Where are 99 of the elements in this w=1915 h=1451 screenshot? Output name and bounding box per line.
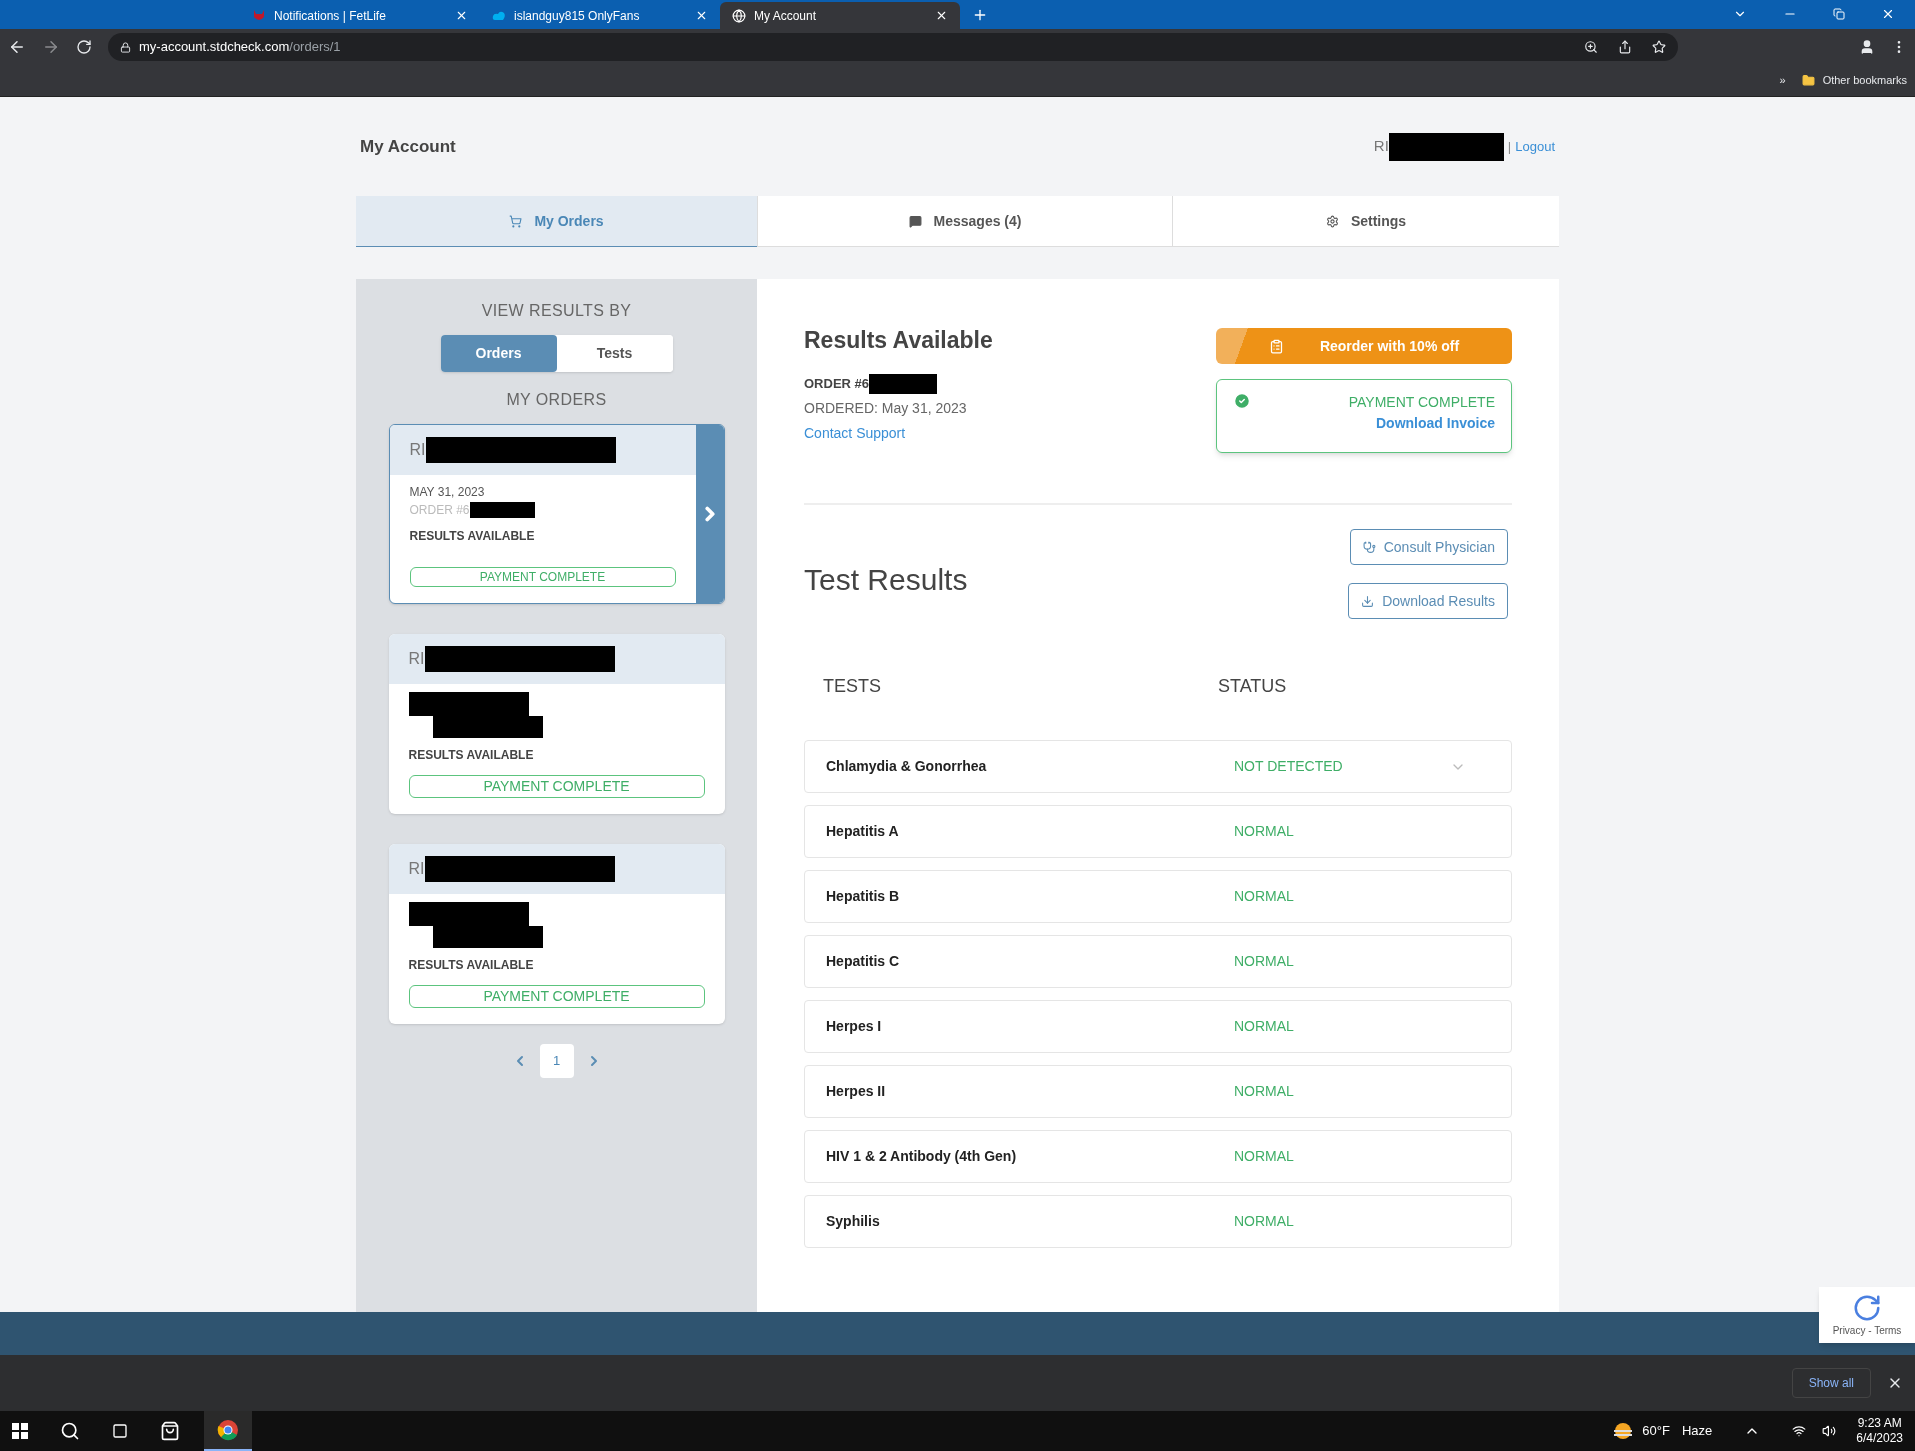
order-status: RESULTS AVAILABLE <box>409 528 536 545</box>
bookmarks-overflow[interactable]: » <box>1779 72 1786 89</box>
lock-icon <box>120 41 131 53</box>
cloud-icon <box>492 9 506 22</box>
page-number[interactable]: 1 <box>539 1044 574 1078</box>
devil-icon <box>252 8 266 23</box>
test-status: NORMAL <box>1234 1082 1295 1101</box>
nav-tab[interactable]: Settings <box>1172 196 1559 247</box>
order-card[interactable]: RI RESULTS AVAILABLE PAYMENT COMPLETE <box>388 634 725 814</box>
open-order-tab[interactable] <box>695 425 724 603</box>
cart-icon <box>509 214 523 228</box>
order-name: RI <box>409 440 426 460</box>
check-circle-icon <box>1233 392 1251 410</box>
wifi-icon[interactable] <box>1792 1424 1807 1438</box>
test-name: Hepatitis C <box>826 952 901 971</box>
order-number: ORDER #6 <box>409 502 470 519</box>
order-status: RESULTS AVAILABLE <box>408 747 535 764</box>
order-card[interactable]: RI RESULTS AVAILABLE PAYMENT COMPLETE <box>388 844 725 1024</box>
test-name: Herpes II <box>826 1082 887 1101</box>
test-status: NORMAL <box>1234 952 1295 971</box>
payment-status: PAYMENT COMPLETE <box>1348 393 1495 412</box>
payment-badge: PAYMENT COMPLETE <box>409 567 676 587</box>
redaction-bar <box>869 373 938 394</box>
windows-logo-icon[interactable] <box>12 1423 28 1439</box>
order-name: RI <box>408 649 425 669</box>
weather-text: Haze <box>1681 1422 1713 1441</box>
result-row[interactable]: Chlamydia & Gonorrhea NOT DETECTED <box>804 740 1512 793</box>
bookmark-folder[interactable]: Other bookmarks <box>1801 72 1907 89</box>
profile-icon[interactable] <box>1859 39 1875 55</box>
view-toggle[interactable]: Orders <box>440 335 557 372</box>
test-name: Hepatitis A <box>826 822 900 841</box>
results-heading: Test Results <box>804 562 968 598</box>
browser-tab[interactable]: Notifications | FetLife <box>240 2 480 29</box>
close-icon[interactable] <box>1881 7 1895 21</box>
order-status: RESULTS AVAILABLE <box>408 957 535 974</box>
test-name: HIV 1 & 2 Antibody (4th Gen) <box>826 1147 1018 1166</box>
settings-icon <box>1325 214 1339 228</box>
forward-icon[interactable] <box>42 38 60 56</box>
sidebar-heading: VIEW RESULTS BY <box>481 301 632 321</box>
task-view-icon[interactable] <box>112 1423 128 1439</box>
close-icon[interactable] <box>455 9 468 22</box>
recaptcha-links[interactable]: Privacy - Terms <box>1832 1322 1902 1338</box>
payment-badge: PAYMENT COMPLETE <box>408 775 705 798</box>
test-status: NORMAL <box>1234 1212 1295 1231</box>
reload-icon[interactable] <box>76 39 92 55</box>
consult-physician-button[interactable]: Consult Physician <box>1349 529 1508 565</box>
separator: | <box>1507 137 1512 156</box>
browser-tab[interactable]: islandguy815 OnlyFans <box>480 2 720 29</box>
test-name: Herpes I <box>826 1017 883 1036</box>
clipboard-icon <box>1268 338 1284 354</box>
temperature-text: 60°F <box>1642 1422 1670 1441</box>
test-name: Hepatitis B <box>826 887 901 906</box>
page-title: My Account <box>360 135 456 158</box>
test-status: NORMAL <box>1234 1017 1295 1036</box>
download-results-button[interactable]: Download Results <box>1348 583 1508 619</box>
test-status: NORMAL <box>1234 822 1295 841</box>
store-icon[interactable] <box>160 1421 180 1441</box>
nav-tab[interactable]: Messages (4) <box>757 196 1172 247</box>
search-icon[interactable] <box>60 1421 80 1441</box>
redaction-bar <box>469 502 535 518</box>
browser-tab[interactable]: My Account <box>720 2 960 29</box>
test-status: NORMAL <box>1234 1147 1295 1166</box>
show-all-button[interactable]: Show all <box>1791 1368 1871 1398</box>
url-text: my-account.stdcheck.com/orders/1 <box>139 38 342 57</box>
order-heading: Results Available <box>804 326 993 355</box>
test-status: NORMAL <box>1234 887 1295 906</box>
chrome-icon[interactable] <box>217 1419 239 1441</box>
close-icon[interactable] <box>935 9 948 22</box>
column-header: STATUS <box>1218 675 1288 698</box>
orders-heading: MY ORDERS <box>506 390 607 410</box>
bookmark-star-icon[interactable] <box>1652 40 1666 54</box>
order-number: ORDER #6 <box>804 374 870 393</box>
close-icon[interactable] <box>695 9 708 22</box>
address-bar[interactable]: my-account.stdcheck.com/orders/1 <box>108 33 1678 61</box>
restore-icon[interactable] <box>1833 8 1845 20</box>
order-date: MAY 31, 2023 <box>409 484 486 501</box>
chat-icon <box>908 214 922 228</box>
test-name: Chlamydia & Gonorrhea <box>826 757 988 776</box>
user-name: RI <box>1373 136 1389 157</box>
column-header: TESTS <box>823 675 882 698</box>
share-icon[interactable] <box>1618 40 1632 54</box>
folder-icon <box>1801 74 1815 87</box>
payment-badge: PAYMENT COMPLETE <box>408 985 705 1008</box>
new-tab-icon[interactable] <box>972 7 988 23</box>
zoom-icon[interactable] <box>1584 40 1598 54</box>
order-card[interactable]: RI MAY 31, 2023 ORDER #6 RESULTS AVAILABLE PAYMENT COMPLETE <box>388 424 725 604</box>
order-date: ORDERED: May 31, 2023 <box>804 398 968 418</box>
clock-date: 6/4/2023 <box>1856 1431 1903 1446</box>
clock-time: 9:23 AM <box>1857 1416 1902 1431</box>
contact-support-link[interactable]: Contact Support <box>804 422 993 444</box>
test-name: Syphilis <box>826 1212 881 1231</box>
back-icon[interactable] <box>8 38 26 56</box>
weather-haze-icon <box>1612 1422 1635 1440</box>
globe-icon <box>732 8 746 23</box>
test-status: NOT DETECTED <box>1234 757 1344 776</box>
order-name: RI <box>408 859 425 879</box>
view-toggle[interactable]: Tests <box>556 335 673 372</box>
download-icon <box>1361 594 1375 608</box>
volume-icon[interactable] <box>1822 1424 1837 1438</box>
